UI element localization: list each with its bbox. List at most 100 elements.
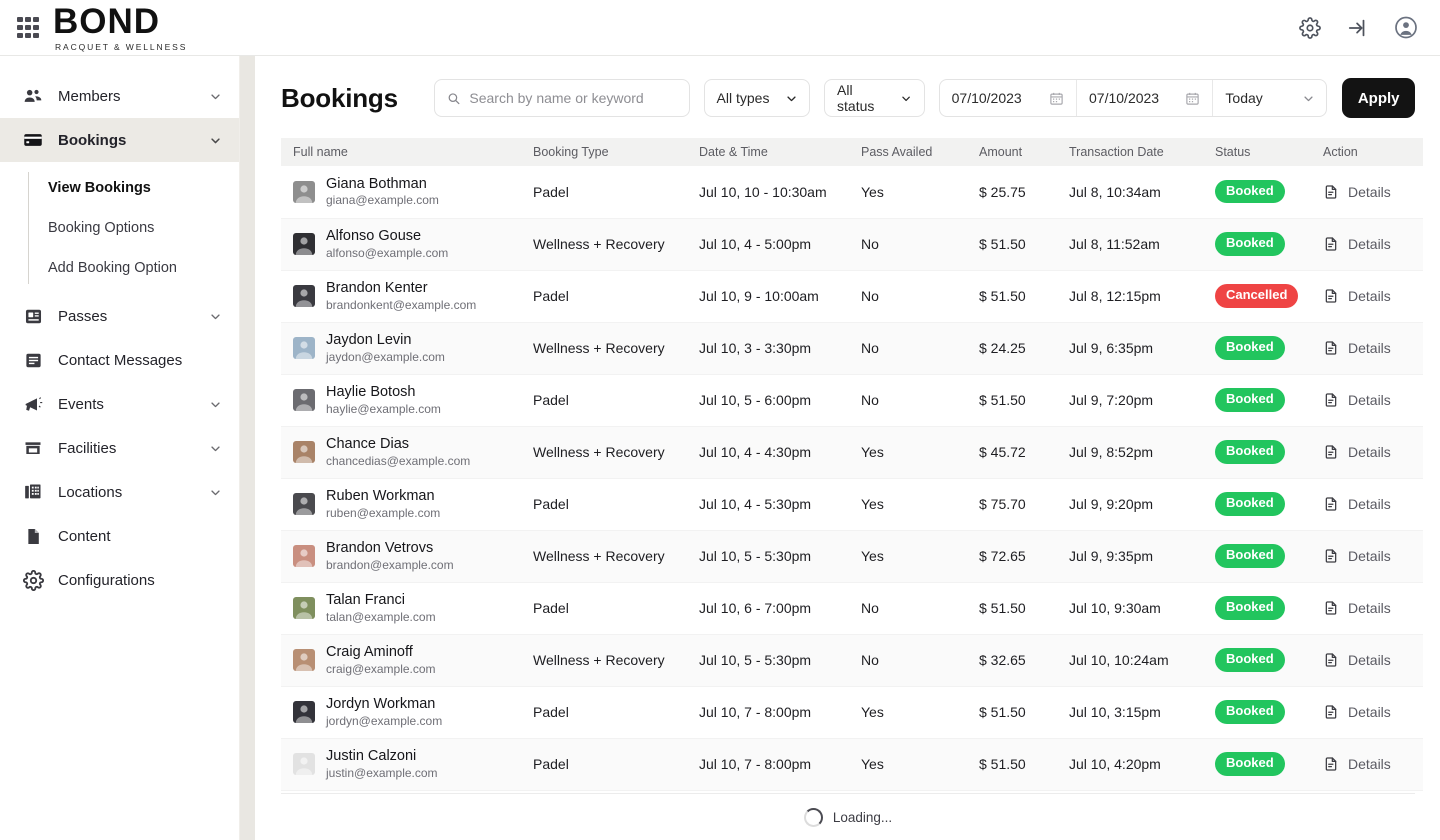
calendar-icon[interactable]	[1049, 91, 1064, 106]
person-name: Craig Aminoff	[326, 643, 413, 660]
person-name: Justin Calzoni	[326, 747, 417, 764]
brand-logo[interactable]: BOND RACQUET & WELLNESS	[53, 4, 187, 52]
table-row[interactable]: Jordyn Workman jordyn@example.com Padel Jul…	[281, 686, 1423, 738]
sidebar-item-passes[interactable]: Passes	[0, 294, 239, 338]
cell-transaction-date: Jul 9, 9:35pm	[1069, 548, 1154, 564]
status-filter-select[interactable]: All status	[824, 79, 925, 117]
sidebar-item-locations[interactable]: Locations	[0, 470, 239, 514]
sidebar-item-configurations[interactable]: Configurations	[0, 558, 239, 602]
calendar-icon[interactable]	[1185, 91, 1200, 106]
details-button[interactable]: Details	[1323, 704, 1423, 720]
sidebar-subitem-booking-options[interactable]: Booking Options	[0, 208, 239, 248]
details-button[interactable]: Details	[1323, 548, 1423, 564]
cell-pass-availed: No	[861, 288, 879, 304]
cell-action: Details	[1323, 634, 1423, 686]
apply-button[interactable]: Apply	[1342, 78, 1415, 118]
bookings-table-container: Full name Booking Type Date & Time Pass …	[281, 138, 1423, 791]
sidebar-item-events[interactable]: Events	[0, 382, 239, 426]
person-email: haylie@example.com	[326, 401, 441, 416]
sidebar-item-bookings[interactable]: Bookings	[0, 118, 239, 162]
cell-booking-type: Wellness + Recovery	[533, 548, 665, 564]
cell-full-name: Giana Bothman giana@example.com	[281, 166, 533, 218]
sidebar-item-label: Facilities	[58, 439, 117, 457]
cell-status: Booked	[1215, 686, 1323, 738]
table-row[interactable]: Brandon Kenter brandonkent@example.com Pad…	[281, 270, 1423, 322]
login-icon[interactable]	[1346, 16, 1370, 40]
cell-full-name: Ruben Workman ruben@example.com	[281, 478, 533, 530]
person-email: talan@example.com	[326, 609, 436, 624]
date-from-field[interactable]: 07/10/2023	[940, 80, 1076, 116]
person: Giana Bothman giana@example.com	[281, 175, 533, 209]
cell-transaction-date: Jul 8, 10:34am	[1069, 183, 1161, 200]
table-row[interactable]: Haylie Botosh haylie@example.com Padel Jul …	[281, 374, 1423, 426]
column-header-pass-availed: Pass Availed	[861, 138, 979, 166]
avatar	[293, 180, 315, 203]
top-bar-actions	[1298, 16, 1418, 40]
table-row[interactable]: Ruben Workman ruben@example.com Padel Jul 1…	[281, 478, 1423, 530]
sidebar-item-contact-messages[interactable]: Contact Messages	[0, 338, 239, 382]
details-button[interactable]: Details	[1323, 756, 1423, 772]
table-body: Giana Bothman giana@example.com Padel Jul 1…	[281, 166, 1423, 790]
cell-pass-availed: No	[861, 340, 879, 356]
table-row[interactable]: Jaydon Levin jaydon@example.com Wellness +…	[281, 322, 1423, 374]
details-button[interactable]: Details	[1323, 600, 1423, 616]
details-button[interactable]: Details	[1323, 496, 1423, 512]
table-row[interactable]: Alfonso Gouse alfonso@example.com Wellness…	[281, 218, 1423, 270]
grid-apps-icon[interactable]	[17, 16, 39, 39]
cell-full-name: Brandon Kenter brandonkent@example.com	[281, 270, 533, 322]
cell-pass-availed: No	[861, 600, 879, 616]
status-badge: Booked	[1215, 700, 1285, 724]
sidebar-item-facilities[interactable]: Facilities	[0, 426, 239, 470]
details-button[interactable]: Details	[1323, 184, 1423, 200]
person-name: Jaydon Levin	[326, 331, 412, 348]
sidebar-item-content[interactable]: Content	[0, 514, 239, 558]
person-name: Brandon Kenter	[326, 279, 428, 296]
date-preset-select[interactable]: Today	[1212, 80, 1326, 116]
details-button[interactable]: Details	[1323, 236, 1423, 252]
search-input[interactable]	[469, 90, 677, 106]
cell-status: Booked	[1215, 426, 1323, 478]
chevron-down-icon	[211, 93, 220, 99]
person: Brandon Vetrovs brandon@example.com	[281, 539, 533, 573]
details-button[interactable]: Details	[1323, 340, 1423, 356]
account-avatar-icon[interactable]	[1394, 16, 1418, 40]
sidebar-subitem-add-booking-option[interactable]: Add Booking Option	[0, 248, 239, 288]
cell-transaction-date: Jul 9, 6:35pm	[1069, 340, 1154, 356]
cell-booking-type: Wellness + Recovery	[533, 236, 665, 252]
top-bar: BOND RACQUET & WELLNESS	[0, 0, 1440, 56]
search-box[interactable]	[433, 79, 690, 117]
column-header-transaction-date: Transaction Date	[1069, 138, 1215, 166]
table-row[interactable]: Craig Aminoff craig@example.com Wellness +…	[281, 634, 1423, 686]
details-button[interactable]: Details	[1323, 652, 1423, 668]
table-row[interactable]: Brandon Vetrovs brandon@example.com Wellne…	[281, 530, 1423, 582]
table-row[interactable]: Chance Dias chancedias@example.com Wellnes…	[281, 426, 1423, 478]
cell-date-time: Jul 10, 10 - 10:30am	[699, 183, 827, 200]
cell-date-time: Jul 10, 5 - 6:00pm	[699, 392, 812, 408]
avatar	[293, 388, 315, 411]
person-text: Jaydon Levin jaydon@example.com	[326, 331, 445, 365]
table-row[interactable]: Talan Franci talan@example.com Padel Jul 10…	[281, 582, 1423, 634]
details-button[interactable]: Details	[1323, 288, 1423, 304]
type-filter-select[interactable]: All types	[703, 79, 811, 117]
loading-text: Loading...	[832, 809, 893, 825]
chevron-down-icon	[902, 96, 911, 101]
person-name: Talan Franci	[326, 591, 405, 608]
cell-pass-availed: Yes	[861, 496, 884, 512]
table-row[interactable]: Justin Calzoni justin@example.com Padel Jul…	[281, 738, 1423, 790]
details-button[interactable]: Details	[1323, 444, 1423, 460]
person-email: jordyn@example.com	[326, 713, 443, 728]
date-to-field[interactable]: 07/10/2023	[1076, 80, 1212, 116]
settings-icon[interactable]	[1298, 16, 1322, 40]
sidebar-item-members[interactable]: Members	[0, 74, 239, 118]
cell-amount: $ 24.25	[979, 340, 1026, 356]
details-button[interactable]: Details	[1323, 392, 1423, 408]
date-range-group: 07/10/2023 07/10/2023 Today	[938, 79, 1328, 117]
sidebar-subitem-view-bookings[interactable]: View Bookings	[0, 168, 239, 208]
person-text: Ruben Workman ruben@example.com	[326, 487, 440, 521]
cell-booking-type: Padel	[533, 183, 569, 200]
avatar	[293, 336, 315, 359]
person-email: alfonso@example.com	[326, 245, 449, 260]
table-row[interactable]: Giana Bothman giana@example.com Padel Jul 1…	[281, 166, 1423, 218]
cell-date-time: Jul 10, 7 - 8:00pm	[699, 704, 812, 720]
details-label: Details	[1348, 392, 1391, 408]
